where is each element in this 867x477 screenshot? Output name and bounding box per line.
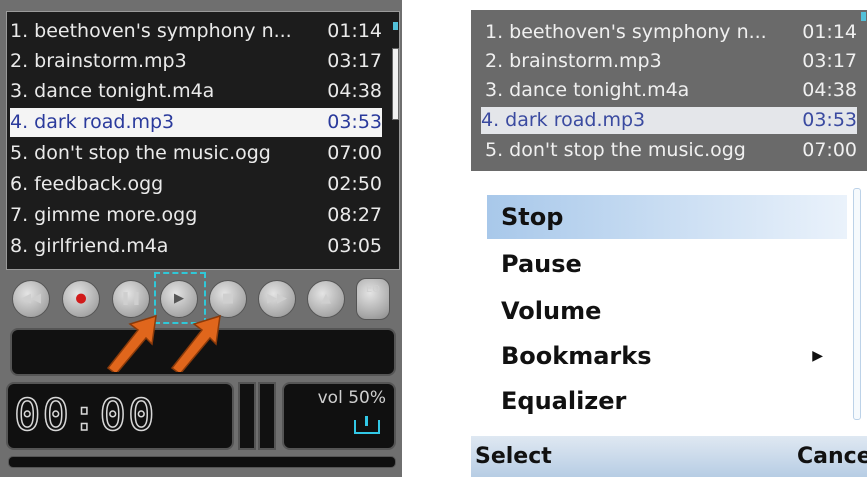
- playlist-item-selected[interactable]: 4. dark road.mp3 03:53: [10, 108, 382, 137]
- volume-label: vol 50%: [317, 388, 386, 408]
- scrollbar[interactable]: [392, 48, 399, 120]
- track-title: 1. beethoven's symphony n...: [485, 21, 767, 43]
- level-meter-left: [238, 382, 256, 450]
- track-title: 2. brainstorm.mp3: [485, 50, 662, 72]
- track-duration: 08:27: [327, 204, 382, 226]
- cancel-softkey[interactable]: Cancel: [797, 436, 867, 477]
- playlist-item[interactable]: 3. dance tonight.m4a 04:38: [485, 77, 857, 104]
- playlist-item[interactable]: 1. beethoven's symphony n... 01:14: [485, 19, 857, 46]
- playlist-item[interactable]: 1. beethoven's symphony n... 01:14: [10, 17, 382, 46]
- record-button[interactable]: ●: [62, 280, 100, 318]
- track-duration: 03:05: [327, 235, 382, 257]
- menu-scrollbar[interactable]: [853, 188, 861, 420]
- menu-item-label: Equalizer: [501, 387, 627, 415]
- track-duration: 01:14: [327, 20, 382, 42]
- track-title: 3. dance tonight.m4a: [485, 79, 690, 101]
- rewind-button[interactable]: ◀◀: [12, 280, 50, 318]
- right-player-screen: 1. beethoven's symphony n... 01:14 2. br…: [471, 0, 867, 477]
- track-duration: 01:14: [802, 21, 857, 43]
- level-meter-right: [258, 382, 276, 450]
- track-duration: 03:17: [802, 50, 857, 72]
- track-duration: 04:38: [327, 80, 382, 102]
- track-title: 6. feedback.ogg: [10, 173, 164, 195]
- eject-icon: ▲: [321, 291, 331, 306]
- track-title: 5. don't stop the music.ogg: [485, 139, 746, 161]
- equalizer-icon: EQ: [365, 284, 381, 295]
- submenu-arrow-icon: ▶: [812, 348, 823, 364]
- record-icon: ●: [75, 291, 87, 306]
- playlist-item[interactable]: 8. girlfriend.m4a 03:05: [10, 232, 382, 261]
- track-title: 3. dance tonight.m4a: [10, 80, 215, 102]
- select-softkey[interactable]: Select: [475, 436, 552, 477]
- progress-bar[interactable]: [8, 456, 396, 468]
- volume-display[interactable]: vol 50%: [282, 382, 396, 450]
- track-title: 4. dark road.mp3: [481, 109, 646, 131]
- playlist-item[interactable]: 3. dance tonight.m4a 04:38: [10, 77, 382, 106]
- menu-item-label: Pause: [501, 250, 582, 278]
- track-title: 8. girlfriend.m4a: [10, 235, 169, 257]
- fast-forward-icon: ▶▶: [267, 291, 287, 306]
- track-duration: 03:17: [327, 50, 382, 72]
- menu-item-label: Bookmarks: [501, 342, 652, 370]
- track-title: 2. brainstorm.mp3: [10, 50, 187, 72]
- volume-icon: [354, 416, 380, 434]
- track-duration: 03:53: [802, 109, 857, 131]
- track-title: 5. don't stop the music.ogg: [10, 142, 271, 164]
- arrow-icon: [106, 314, 157, 372]
- equalizer-button[interactable]: EQ: [356, 278, 390, 320]
- playlist: 1. beethoven's symphony n... 01:14 2. br…: [6, 11, 400, 270]
- menu-item-label: Volume: [501, 297, 602, 325]
- playlist-item[interactable]: 5. don't stop the music.ogg 07:00: [485, 137, 857, 164]
- arrow-icon: [170, 314, 221, 372]
- playlist-item[interactable]: 2. brainstorm.mp3 03:17: [485, 48, 857, 75]
- scroll-indicator: [393, 22, 398, 30]
- playlist-item[interactable]: 7. gimme more.ogg 08:27: [10, 201, 382, 230]
- scroll-indicator: [861, 12, 866, 21]
- options-menu: Stop Pause Volume Bookmarks ▶ Equalizer: [471, 180, 867, 425]
- menu-item-volume[interactable]: Volume: [487, 289, 847, 333]
- track-title: 1. beethoven's symphony n...: [10, 20, 292, 42]
- menu-item-bookmarks[interactable]: Bookmarks ▶: [487, 334, 847, 378]
- track-title: 7. gimme more.ogg: [10, 204, 198, 226]
- playlist-item-selected[interactable]: 4. dark road.mp3 03:53: [481, 107, 857, 134]
- rewind-icon: ◀◀: [21, 291, 41, 306]
- track-duration: 04:38: [802, 79, 857, 101]
- playlist-item[interactable]: 2. brainstorm.mp3 03:17: [10, 47, 382, 76]
- left-player-screen: 1. beethoven's symphony n... 01:14 2. br…: [0, 0, 402, 477]
- playlist-item[interactable]: 5. don't stop the music.ogg 07:00: [10, 139, 382, 168]
- elapsed-time: 00:00: [13, 389, 157, 442]
- menu-item-label: Stop: [501, 203, 564, 231]
- playlist-item[interactable]: 6. feedback.ogg 02:50: [10, 170, 382, 199]
- track-duration: 03:53: [327, 111, 382, 133]
- playlist: 1. beethoven's symphony n... 01:14 2. br…: [471, 10, 867, 171]
- menu-item-stop[interactable]: Stop: [487, 195, 847, 239]
- track-title: 4. dark road.mp3: [10, 111, 175, 133]
- softkey-bar: Select Cancel: [471, 436, 867, 477]
- track-duration: 02:50: [327, 173, 382, 195]
- eject-button[interactable]: ▲: [307, 280, 345, 318]
- time-display: 00:00: [6, 382, 234, 450]
- fast-forward-button[interactable]: ▶▶: [258, 280, 296, 318]
- track-duration: 07:00: [327, 142, 382, 164]
- track-duration: 07:00: [802, 139, 857, 161]
- menu-item-pause[interactable]: Pause: [487, 242, 847, 286]
- menu-item-equalizer[interactable]: Equalizer: [487, 379, 847, 423]
